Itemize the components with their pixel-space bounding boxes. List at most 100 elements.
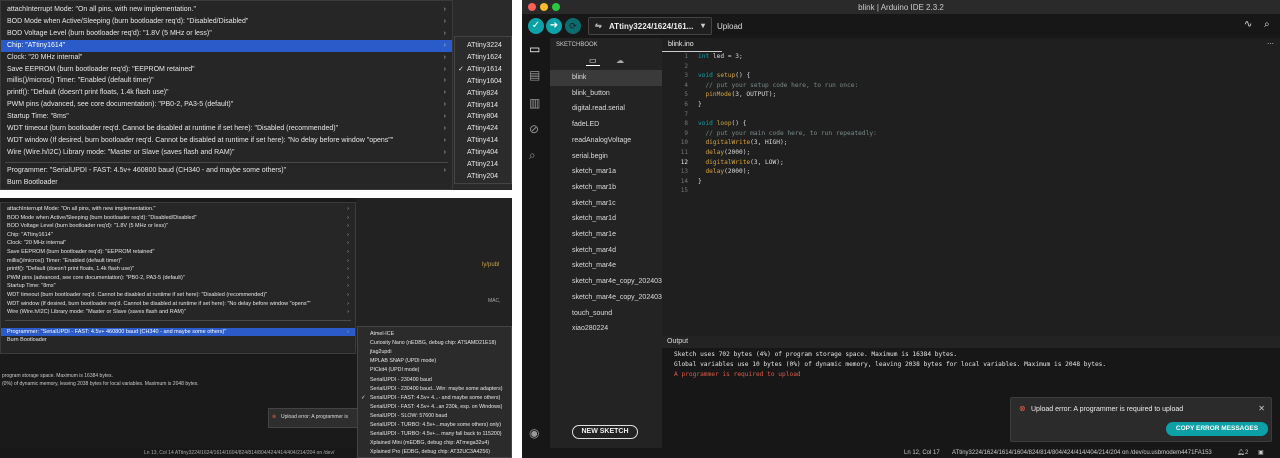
chip-option-0[interactable]: ATtiny3224	[455, 40, 511, 52]
layout-icon[interactable]: ▣	[1258, 449, 1264, 456]
menu2-item-6[interactable]: millis()/micros() Timer: "Enabled (defau…	[1, 257, 355, 266]
menu2-item-11[interactable]: WDT window (If desired, burn bootloader …	[1, 300, 355, 309]
menu-item-burn-bootloader[interactable]: Burn Bootloader	[1, 177, 452, 189]
sketch-item-14[interactable]: sketch_mar4e_copy_2024030411...	[550, 290, 662, 306]
programmer-option-11[interactable]: SerialUPDI - TURBO: 4.5v+... many fall b…	[358, 430, 511, 439]
menu2-item-2[interactable]: BOD Voltage Level (burn bootloader req'd…	[1, 222, 355, 231]
menu-item-3[interactable]: Chip: "ATtiny1614" ›	[1, 39, 452, 52]
notification-bell-icon[interactable]: 🔔︎	[1237, 449, 1245, 456]
sketch-item-3[interactable]: fadeLED	[550, 117, 662, 133]
serial-plotter-icon[interactable]: ∿	[1244, 19, 1252, 30]
chip-option-9[interactable]: ATtiny404	[455, 147, 511, 159]
programmer-option-0[interactable]: Atmel-ICE	[358, 330, 511, 339]
sketch-item-11[interactable]: sketch_mar4d	[550, 243, 662, 259]
menu-item-9[interactable]: Startup Time: "8ms" ›	[1, 111, 452, 123]
menu2-item-0[interactable]: attachInterrupt Mode: "On all pins, with…	[1, 205, 355, 214]
sketch-item-8[interactable]: sketch_mar1c	[550, 196, 662, 212]
chip-option-7[interactable]: ATtiny424	[455, 123, 511, 135]
verify-button[interactable]: ✓	[528, 18, 544, 34]
programmer-option-3[interactable]: MPLAB SNAP (UPDI mode)	[358, 357, 511, 366]
sketch-item-13[interactable]: sketch_mar4e_copy_2024030411...	[550, 274, 662, 290]
menu2-item-5[interactable]: Save EEPROM (burn bootloader req'd): "EE…	[1, 248, 355, 257]
chip-option-10[interactable]: ATtiny214	[455, 159, 511, 171]
chevron-right-icon: ›	[443, 65, 446, 73]
tab-blink-ino[interactable]: blink.ino	[662, 38, 722, 52]
chip-option-8[interactable]: ATtiny414	[455, 135, 511, 147]
programmer-option-1[interactable]: Curiosity Nano (nEDBG, debug chip: ATSAM…	[358, 339, 511, 348]
programmer-option-13[interactable]: Xplained Pro (EDBG, debug chip: AT32UC3A…	[358, 448, 511, 457]
sketch-item-9[interactable]: sketch_mar1d	[550, 211, 662, 227]
menu-item-5[interactable]: Save EEPROM (burn bootloader req'd): "EE…	[1, 64, 452, 76]
menu-item-11[interactable]: WDT window (If desired, burn bootloader …	[1, 135, 452, 147]
programmer-option-6[interactable]: SerialUPDI - 230400 baud...Win: maybe so…	[358, 385, 511, 394]
debug-icon[interactable]: ⊘	[529, 122, 539, 136]
chevron-right-icon: ›	[347, 274, 349, 281]
programmer-option-12[interactable]: Xplained Mini (mEDBG, debug chip: ATmega…	[358, 439, 511, 448]
menu-item-12[interactable]: Wire (Wire.h/I2C) Library mode: "Master …	[1, 147, 452, 159]
cloud-sketchbook-tab[interactable]: ☁	[616, 56, 624, 65]
menu-item-7[interactable]: printf(): "Default (doesn't print floats…	[1, 87, 452, 99]
chip-option-4[interactable]: ATtiny824	[455, 88, 511, 100]
sketch-item-6[interactable]: sketch_mar1a	[550, 164, 662, 180]
menu2-item-4[interactable]: Clock: "20 MHz internal" ›	[1, 239, 355, 248]
boards-manager-icon[interactable]: ▤	[529, 68, 540, 82]
sketch-item-15[interactable]: touch_sound	[550, 306, 662, 322]
board-selector[interactable]: ⇋ ATtiny3224/1624/161... ▾	[588, 17, 712, 35]
sketchbook-icon[interactable]: ▭	[529, 42, 540, 56]
programmer-option-2[interactable]: jtag2updi	[358, 348, 511, 357]
menu2-item-3[interactable]: Chip: "ATtiny1614" ›	[1, 231, 355, 240]
menu2-item-8[interactable]: PWM pins (advanced, see core documentati…	[1, 274, 355, 283]
sketch-item-5[interactable]: serial.begin	[550, 149, 662, 165]
programmer-option-5[interactable]: SerialUPDI - 230400 baud	[358, 376, 511, 385]
library-manager-icon[interactable]: ▥	[529, 96, 540, 110]
menu-item-2[interactable]: BOD Voltage Level (burn bootloader req'd…	[1, 28, 452, 40]
chip-option-11[interactable]: ATtiny204	[455, 171, 511, 183]
sketch-item-4[interactable]: readAnalogVoltage	[550, 133, 662, 149]
menu2-item-12[interactable]: Wire (Wire.h/I2C) Library mode: "Master …	[1, 308, 355, 317]
close-icon[interactable]: ✕	[1258, 404, 1265, 413]
menu-item-6[interactable]: millis()/micros() Timer: "Enabled (defau…	[1, 75, 452, 87]
sketch-item-7[interactable]: sketch_mar1b	[550, 180, 662, 196]
sketch-item-10-label: sketch_mar1e	[572, 231, 616, 238]
sketch-item-10[interactable]: sketch_mar1e	[550, 227, 662, 243]
account-icon[interactable]: ◉	[529, 426, 539, 440]
sketch-item-0[interactable]: blink	[550, 70, 662, 86]
serial-monitor-icon[interactable]: ⌕	[1264, 19, 1270, 30]
programmer-option-10[interactable]: SerialUPDI - TURBO: 4.5v+...maybe some o…	[358, 421, 511, 430]
menu2-item-7[interactable]: printf(): "Default (doesn't print floats…	[1, 265, 355, 274]
copy-error-messages-button[interactable]: COPY ERROR MESSAGES	[1166, 422, 1268, 436]
sketch-item-2[interactable]: digital.read.serial	[550, 101, 662, 117]
menu-item-programmer[interactable]: Programmer: "SerialUPDI - FAST: 4.5v+ 46…	[1, 165, 452, 177]
menu2-item-9[interactable]: Startup Time: "8ms" ›	[1, 282, 355, 291]
sketch-item-1[interactable]: blink_button	[550, 86, 662, 102]
menu2-item-1[interactable]: BOD Mode when Active/Sleeping (burn boot…	[1, 214, 355, 223]
chip-option-5[interactable]: ATtiny814	[455, 100, 511, 112]
new-sketch-button[interactable]: NEW SKETCH	[572, 425, 638, 439]
tools-menu-2: attachInterrupt Mode: "On all pins, with…	[0, 202, 356, 354]
sketch-item-12[interactable]: sketch_mar4e	[550, 258, 662, 274]
menu-item-4[interactable]: Clock: "20 MHz internal" ›	[1, 52, 452, 64]
chip-option-6[interactable]: ATtiny804	[455, 111, 511, 123]
tab-menu-icon[interactable]: ⋯	[1267, 40, 1274, 48]
programmer-option-7[interactable]: SerialUPDI - FAST: 4.5v+ 4...- and maybe…	[358, 394, 511, 403]
local-sketchbook-tab[interactable]: ▭	[586, 56, 600, 66]
search-icon[interactable]: ⌕	[529, 148, 536, 163]
chip-option-2[interactable]: ATtiny1614 ✓	[455, 64, 511, 76]
menu2-item-programmer[interactable]: Programmer: "SerialUPDI - FAST: 4.5v+ 46…	[1, 327, 355, 337]
line-number: 7	[684, 110, 688, 118]
programmer-option-8[interactable]: SerialUPDI - FAST: 4.5v+ 4...an 230k, es…	[358, 403, 511, 412]
menu2-item-burn-bootloader[interactable]: Burn Bootloader	[1, 336, 355, 345]
upload-button[interactable]: ➜	[546, 18, 562, 34]
menu-item-10[interactable]: WDT timeout (burn bootloader req'd. Cann…	[1, 123, 452, 135]
programmer-option-4[interactable]: PICkit4 (UPDI mode)	[358, 366, 511, 375]
chip-option-3[interactable]: ATtiny1604	[455, 76, 511, 88]
debug-button[interactable]: ⟳	[565, 18, 581, 34]
menu-item-8[interactable]: PWM pins (advanced, see core documentati…	[1, 99, 452, 111]
code-content[interactable]: int led = 3; void setup() { // put your …	[698, 52, 996, 186]
programmer-option-9[interactable]: SerialUPDI - SLOW: 57600 baud	[358, 412, 511, 421]
menu-item-0[interactable]: attachInterrupt Mode: "On all pins, with…	[1, 4, 452, 16]
menu2-item-10[interactable]: WDT timeout (burn bootloader req'd. Cann…	[1, 291, 355, 300]
sketch-item-16[interactable]: xiao280224	[550, 321, 662, 337]
chip-option-1[interactable]: ATtiny1624	[455, 52, 511, 64]
menu-item-1[interactable]: BOD Mode when Active/Sleeping (burn boot…	[1, 16, 452, 28]
